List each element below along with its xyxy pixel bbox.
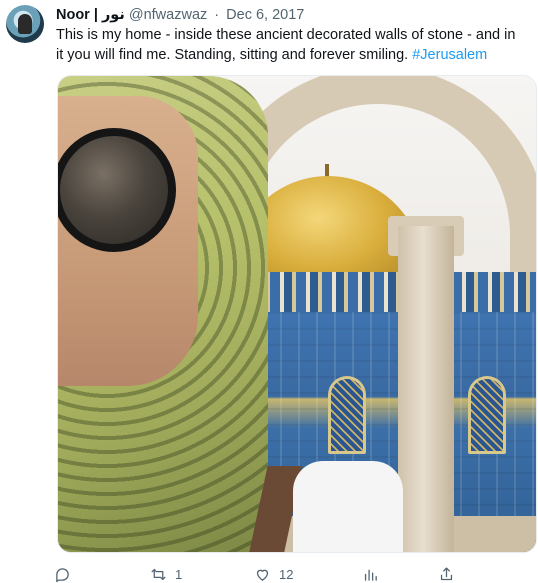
heart-icon	[256, 569, 269, 581]
photo-shirt	[293, 461, 403, 552]
share-icon	[440, 566, 453, 580]
share-button[interactable]	[438, 565, 455, 583]
photo-stone-column	[398, 226, 454, 552]
retweet-count: 1	[175, 566, 183, 582]
tweet-header: Noor | نور @nfwazwaz · Dec 6, 2017	[56, 5, 526, 25]
photo-arched-window	[328, 376, 366, 454]
separator-dot: ·	[214, 7, 220, 23]
like-count: 12	[279, 566, 294, 582]
tweet-text: This is my home - inside these ancient d…	[56, 25, 526, 65]
tweet-date[interactable]: Dec 6, 2017	[226, 7, 304, 23]
bar-chart-icon	[364, 569, 377, 581]
retweet-button[interactable]: 1	[150, 565, 182, 583]
like-button[interactable]: 12	[254, 565, 293, 583]
reply-icon	[56, 567, 69, 582]
tweet-actions: 1 12	[54, 565, 474, 583]
views-button[interactable]	[362, 565, 387, 583]
hashtag-link[interactable]: #Jerusalem	[412, 47, 487, 63]
author-handle[interactable]: @nfwazwaz	[129, 7, 207, 23]
author-name[interactable]: Noor | نور	[56, 7, 125, 23]
photo-arched-window	[468, 376, 506, 454]
retweet-icon	[151, 568, 166, 580]
photo-sunglasses-lens	[58, 128, 176, 252]
reply-button[interactable]	[54, 565, 79, 583]
avatar[interactable]	[6, 5, 44, 43]
tweet-photo[interactable]	[57, 75, 537, 553]
